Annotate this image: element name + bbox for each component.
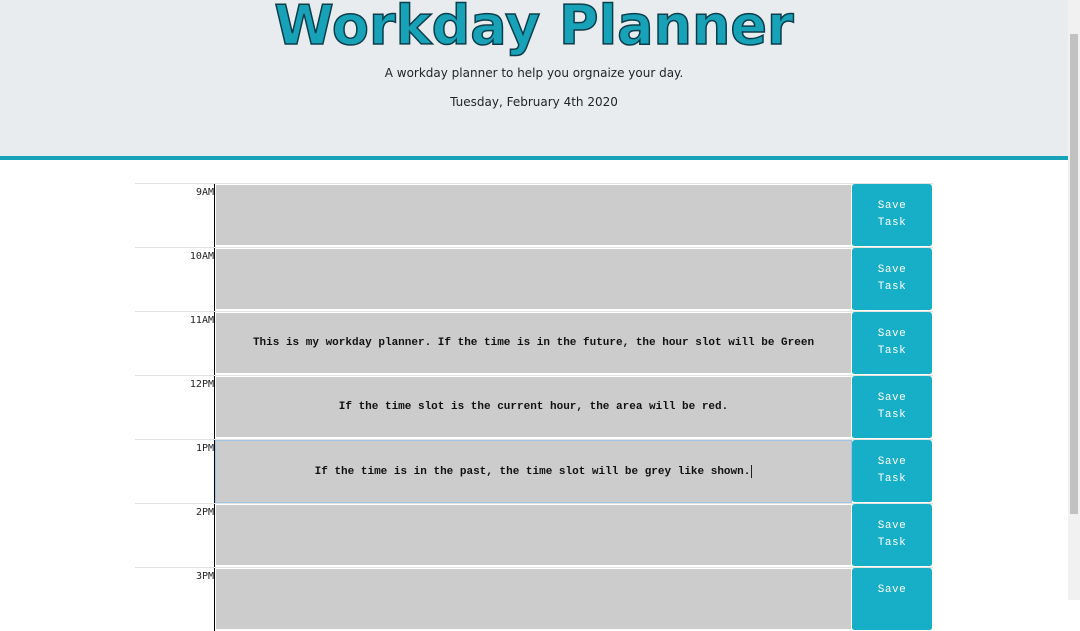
time-block-row: 11AM This is my workday planner. If the … — [135, 311, 933, 375]
hour-label: 2PM — [135, 504, 215, 567]
hour-label: 12PM — [135, 376, 215, 439]
time-block-row: 12PM If the time slot is the current hou… — [135, 375, 933, 439]
task-textarea[interactable] — [215, 504, 852, 567]
hour-label: 11AM — [135, 312, 215, 375]
task-textarea[interactable]: If the time slot is the current hour, th… — [215, 376, 852, 439]
hour-label: 10AM — [135, 248, 215, 311]
save-task-button[interactable]: Save Task — [852, 440, 932, 503]
task-text: If the time is in the past, the time slo… — [314, 465, 751, 478]
page-scrollbar[interactable] — [1068, 0, 1080, 600]
task-textarea[interactable] — [215, 248, 852, 311]
scrollbar-thumb[interactable] — [1070, 34, 1078, 514]
time-block-row: 3PM Save — [135, 567, 933, 631]
save-task-button[interactable]: Save Task — [852, 312, 932, 375]
hour-label: 1PM — [135, 440, 215, 503]
header: Workday Planner A workday planner to hel… — [0, 0, 1068, 160]
save-task-button[interactable]: Save Task — [852, 184, 932, 247]
task-textarea[interactable]: This is my workday planner. If the time … — [215, 312, 852, 375]
page-subtitle: A workday planner to help you orgnaize y… — [384, 66, 684, 80]
save-task-button[interactable]: Save Task — [852, 376, 932, 439]
time-block-row: 9AM Save Task — [135, 183, 933, 247]
time-block-row: 10AM Save Task — [135, 247, 933, 311]
text-caret — [751, 465, 753, 478]
task-textarea[interactable] — [215, 184, 852, 247]
current-date: Tuesday, February 4th 2020 — [450, 95, 618, 109]
save-task-button[interactable]: Save Task — [852, 248, 932, 311]
time-block-row: 2PM Save Task — [135, 503, 933, 567]
page-title: Workday Planner — [274, 0, 795, 58]
task-textarea[interactable]: If the time is in the past, the time slo… — [215, 440, 852, 503]
time-block-row: 1PM If the time is in the past, the time… — [135, 439, 933, 503]
save-task-button[interactable]: Save Task — [852, 504, 932, 567]
planner: 9AM Save Task 10AM Save Task 11AM This i… — [135, 183, 933, 631]
hour-label: 9AM — [135, 184, 215, 247]
